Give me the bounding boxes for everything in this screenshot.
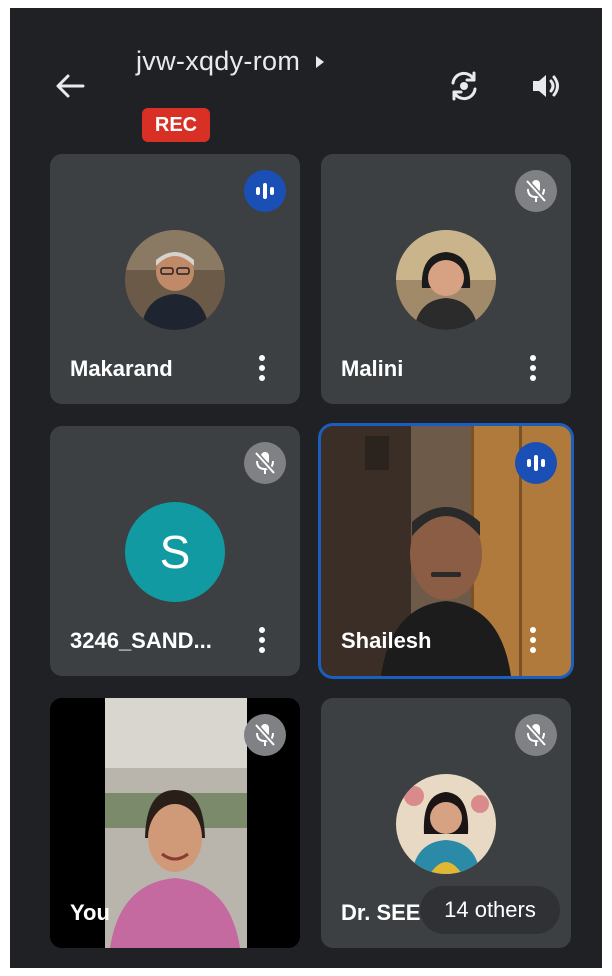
participant-tile-makarand[interactable]: Makarand: [50, 154, 300, 404]
participant-name: You: [70, 900, 110, 925]
initial-avatar: S: [125, 502, 225, 602]
arrow-left-icon: [56, 74, 85, 98]
switch-camera-button[interactable]: [442, 64, 486, 108]
participant-name: Makarand: [70, 356, 173, 381]
more-options-button[interactable]: [252, 622, 272, 658]
speaking-indicator: [515, 442, 557, 484]
muted-indicator: [515, 714, 557, 756]
person-photo-icon: [396, 774, 496, 874]
mic-off-icon: [254, 723, 276, 747]
back-button[interactable]: [48, 64, 92, 108]
dot: [530, 627, 536, 633]
audio-output-button[interactable]: [524, 64, 568, 108]
more-options-button[interactable]: [523, 622, 543, 658]
mic-off-icon: [525, 179, 547, 203]
participant-name: 3246_SAND...: [70, 628, 212, 653]
recording-badge: REC: [142, 108, 210, 142]
participant-tile-3246-sand[interactable]: S 3246_SAND...: [50, 426, 300, 676]
muted-indicator: [515, 170, 557, 212]
person-photo-icon: [396, 230, 496, 330]
more-options-button[interactable]: [252, 350, 272, 386]
dot: [530, 355, 536, 361]
meet-call-screen: jvw-xqdy-rom REC Makarand Malini S 3246_…: [10, 8, 602, 968]
avatar-photo: [125, 230, 225, 330]
dot: [259, 627, 265, 633]
muted-indicator: [244, 714, 286, 756]
switch-camera-icon: [451, 71, 477, 101]
avatar-photo: [396, 230, 496, 330]
audio-level-icon: [256, 183, 274, 199]
speaker-icon: [533, 75, 559, 97]
mic-off-icon: [525, 723, 547, 747]
more-options-button[interactable]: [523, 350, 543, 386]
audio-level-icon: [527, 455, 545, 471]
dot: [259, 355, 265, 361]
participant-tile-shailesh[interactable]: Shailesh: [321, 426, 571, 676]
speaking-indicator: [244, 170, 286, 212]
dot: [530, 647, 536, 653]
others-chip[interactable]: 14 others: [420, 886, 560, 934]
participant-tile-malini[interactable]: Malini: [321, 154, 571, 404]
muted-indicator: [244, 442, 286, 484]
avatar-photo: [396, 774, 496, 874]
top-bar: jvw-xqdy-rom REC: [10, 8, 602, 148]
dot: [259, 365, 265, 371]
participant-tile-self[interactable]: You: [50, 698, 300, 948]
participant-name: Shailesh: [341, 628, 432, 653]
dot: [259, 647, 265, 653]
meeting-title-button[interactable]: jvw-xqdy-rom: [136, 46, 325, 77]
dot: [259, 637, 265, 643]
dot: [530, 637, 536, 643]
dot: [530, 375, 536, 381]
dot: [259, 375, 265, 381]
dot: [530, 365, 536, 371]
caret-right-icon: [316, 55, 325, 68]
participant-name: Malini: [341, 356, 404, 381]
mic-off-icon: [254, 451, 276, 475]
meeting-code: jvw-xqdy-rom: [136, 46, 301, 76]
person-photo-icon: [125, 230, 225, 330]
